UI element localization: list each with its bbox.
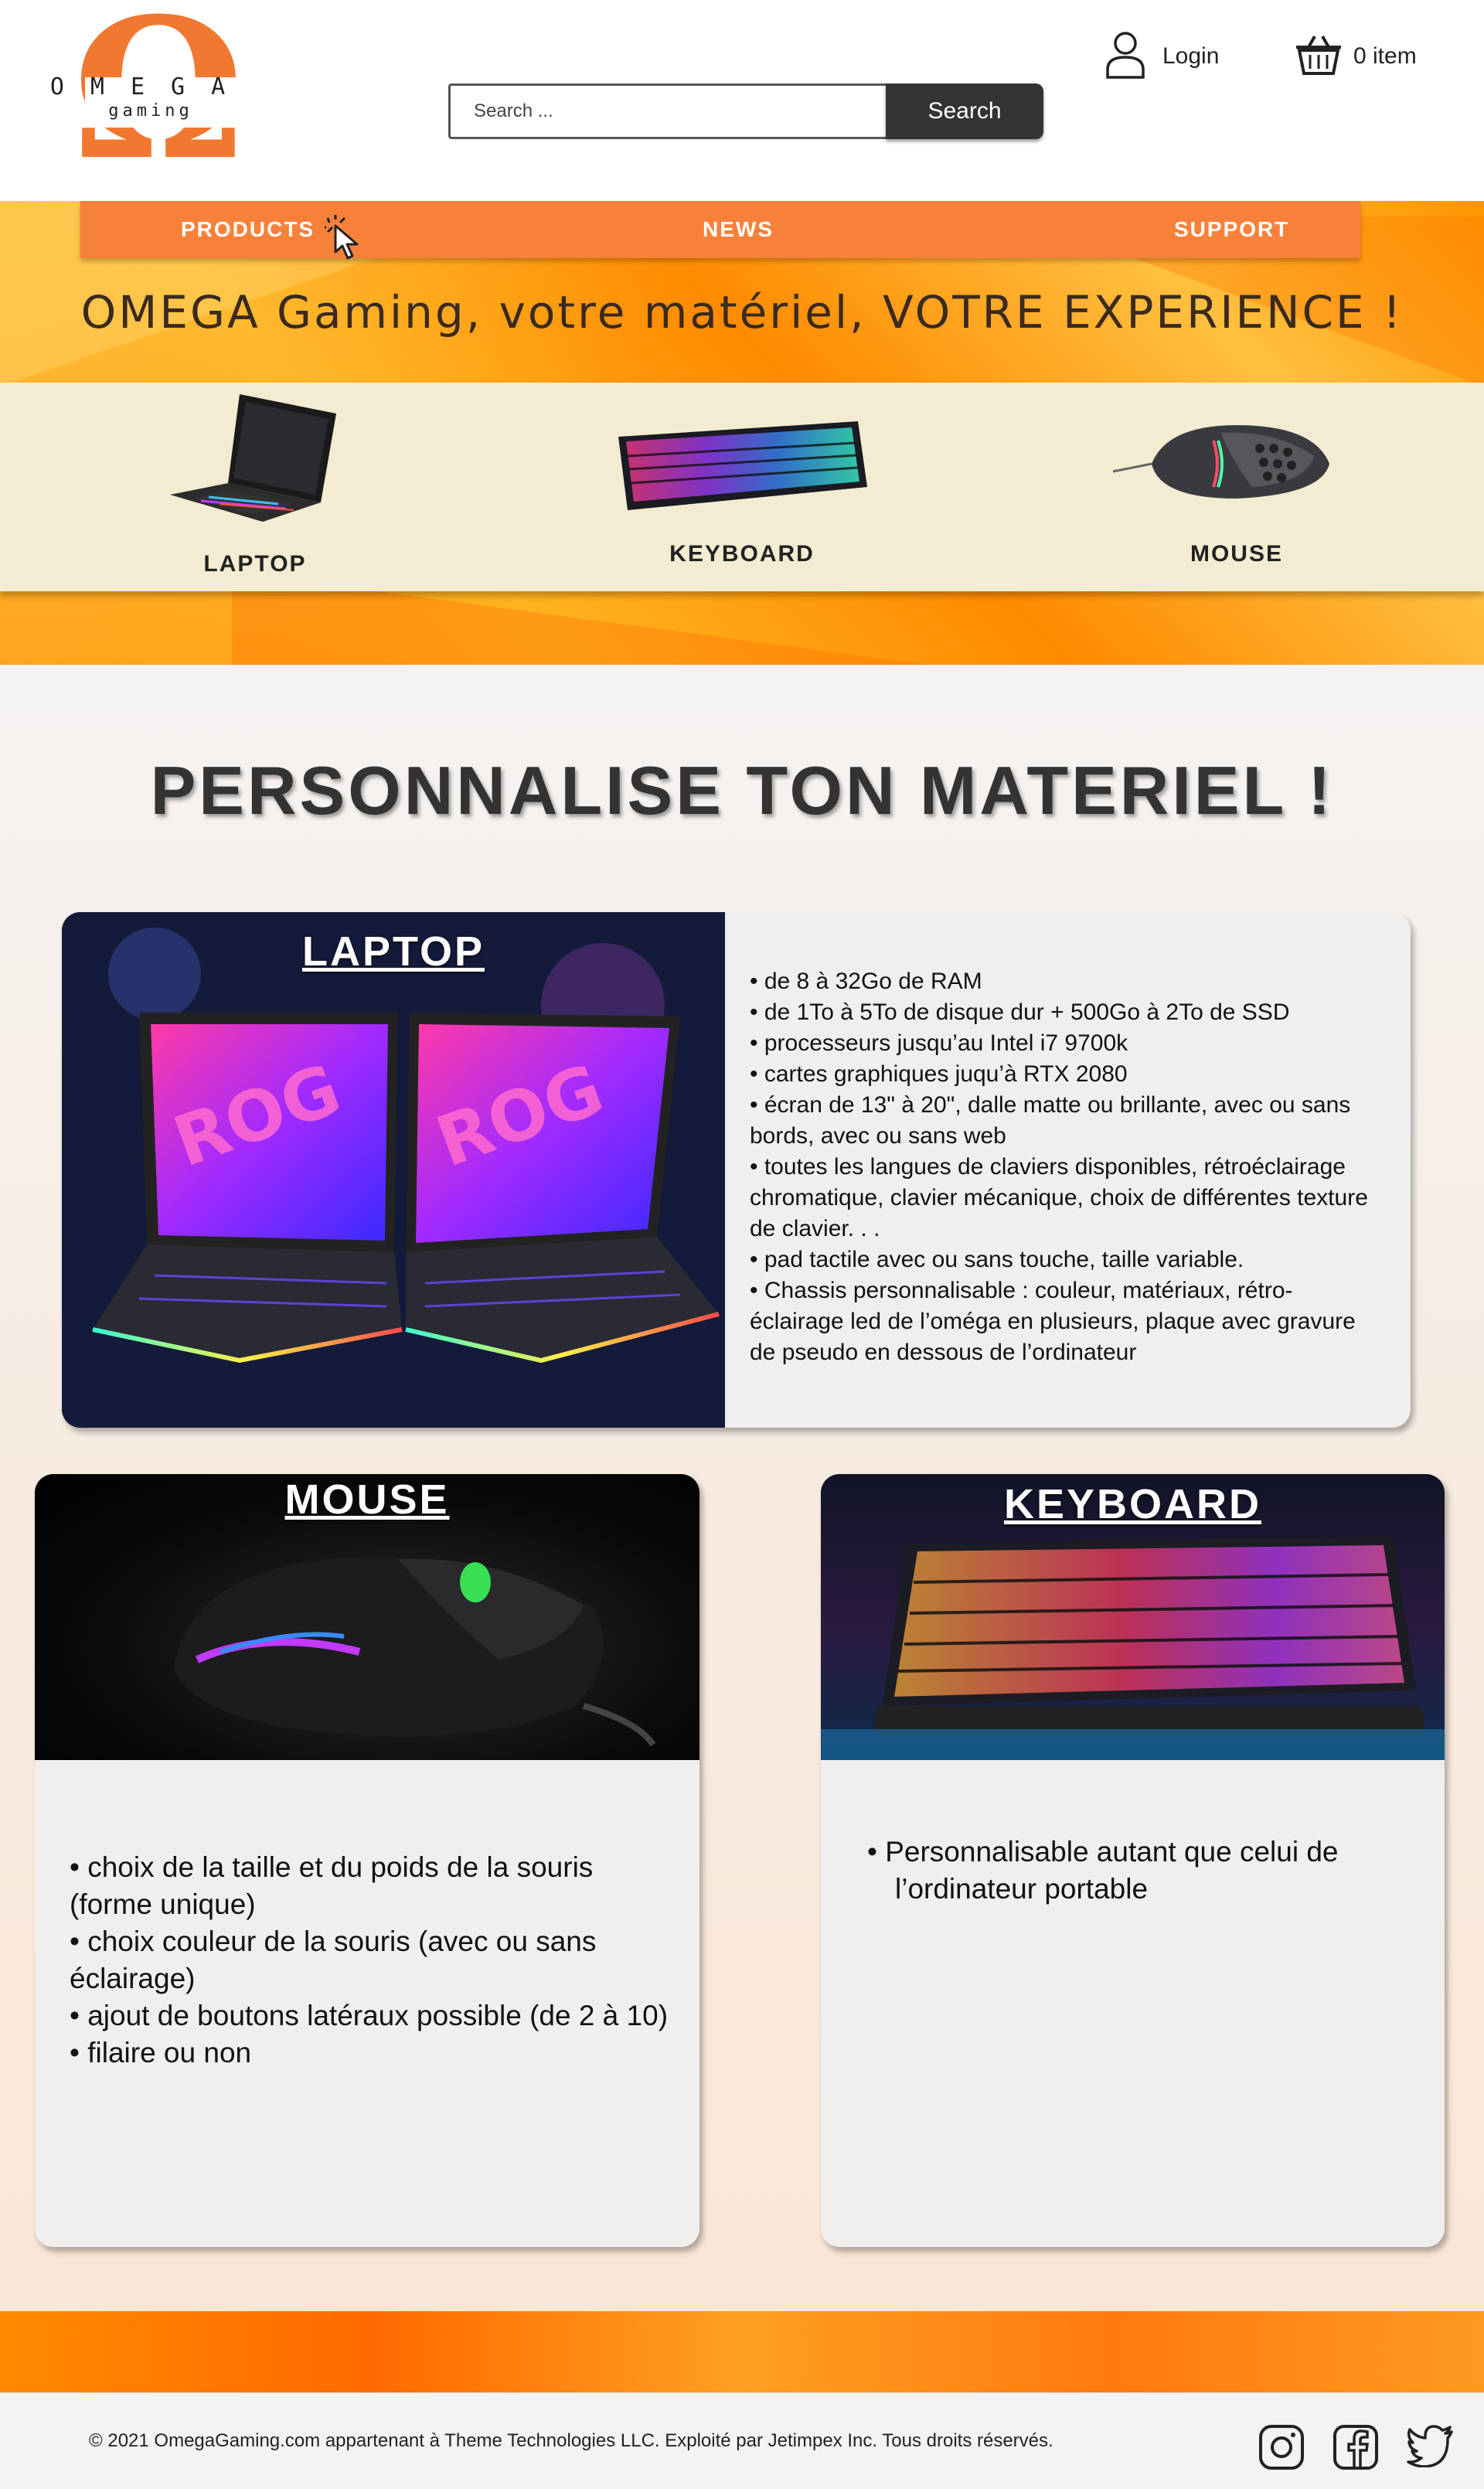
category-mouse[interactable]: MOUSE <box>1105 383 1368 591</box>
category-laptop-label: LAPTOP <box>203 551 307 577</box>
category-band: LAPTOP KEYBOARD MOUSE <box>0 383 1484 591</box>
list-item: • ajout de boutons latéraux possible (de… <box>70 2000 669 2031</box>
category-mouse-label: MOUSE <box>1190 541 1283 567</box>
main-nav: PRODUCTS NEWS SUPPORT <box>80 201 1360 261</box>
list-item: • toutes les langues de claviers disponi… <box>750 1154 1368 1241</box>
laptop-card: ROG ROG LAPTOP • de 8 à 32Go de RAM • de… <box>62 912 1411 1428</box>
keyboard-spec-list: • Personnalisable autant que celui de l’… <box>867 1834 1408 1908</box>
logo-sub: gaming <box>108 101 193 121</box>
basket-icon <box>1295 33 1343 80</box>
list-item: • Chassis personnalisable : couleur, mat… <box>750 1278 1356 1365</box>
category-laptop[interactable]: LAPTOP <box>147 383 363 591</box>
keyboard-card-title: KEYBOARD <box>1003 1481 1262 1527</box>
facebook-icon[interactable] <box>1333 2424 1379 2470</box>
instagram-icon[interactable] <box>1258 2424 1305 2470</box>
login-link[interactable]: Login <box>1105 29 1219 83</box>
list-item: • de 1To à 5To de disque dur + 500Go à 2… <box>750 999 1290 1025</box>
list-item: • choix de la taille et du poids de la s… <box>70 1851 594 1920</box>
keyboard-image <box>618 421 867 510</box>
cursor-click-icon <box>322 215 371 261</box>
nav-news[interactable]: NEWS <box>703 201 774 258</box>
list-item: • Personnalisable autant que celui de l’… <box>867 1836 1339 1905</box>
category-keyboard-label: KEYBOARD <box>669 541 815 567</box>
laptop-card-title: LAPTOP <box>301 928 485 975</box>
main-content: PERSONNALISE TON MATERIEL ! ROG ROG LAPT… <box>0 665 1484 2311</box>
laptop-spec-list: • de 8 à 32Go de RAM • de 1To à 5To de d… <box>750 966 1384 1368</box>
omega-gaming-logo[interactable]: Ω OMEGA gaming <box>39 0 263 189</box>
twitter-icon[interactable] <box>1407 2424 1453 2470</box>
keyboard-card: KEYBOARD • Personnalisable autant que ce… <box>821 1474 1445 2247</box>
search-input[interactable] <box>448 83 889 139</box>
mouse-image <box>1112 425 1329 499</box>
list-item: • pad tactile avec ou sans touche, taill… <box>750 1247 1244 1272</box>
mouse-card: MOUSE • choix de la taille et du poids d… <box>35 1474 699 2247</box>
site-header: Ω OMEGA gaming Search Login 0 item <box>0 0 1484 201</box>
login-label: Login <box>1162 43 1220 69</box>
list-item: • cartes graphiques juqu’à RTX 2080 <box>750 1061 1128 1087</box>
copyright-text: © 2021 OmegaGaming.com appartenant à The… <box>89 2430 1053 2451</box>
logo-name: OMEGA <box>49 73 252 100</box>
search-bar: Search <box>448 83 1043 139</box>
nav-support[interactable]: SUPPORT <box>1174 201 1289 258</box>
category-keyboard[interactable]: KEYBOARD <box>611 383 873 591</box>
search-button[interactable]: Search <box>886 83 1043 139</box>
cart-link[interactable]: 0 item <box>1295 29 1417 83</box>
list-item: • écran de 13" à 20", dalle matte ou bri… <box>750 1092 1351 1149</box>
laptop-image <box>170 394 336 522</box>
site-footer: © 2021 OmegaGaming.com appartenant à The… <box>0 2392 1484 2489</box>
footer-band <box>0 2311 1484 2392</box>
list-item: • filaire ou non <box>70 2037 252 2068</box>
page-title: PERSONNALISE TON MATERIEL ! <box>150 752 1334 829</box>
cart-label: 0 item <box>1353 43 1417 69</box>
list-item: • processeurs jusqu’au Intel i7 9700k <box>750 1030 1128 1056</box>
mouse-card-title: MOUSE <box>284 1476 450 1523</box>
list-item: • de 8 à 32Go de RAM <box>750 969 982 994</box>
tagline: OMEGA Gaming, votre matériel, VOTRE EXPE… <box>80 286 1404 339</box>
user-icon <box>1105 31 1145 83</box>
list-item: • choix couleur de la souris (avec ou sa… <box>70 1925 597 1994</box>
nav-products[interactable]: PRODUCTS <box>181 201 315 258</box>
laptop-photo: ROG ROG <box>62 912 725 1428</box>
mouse-spec-list: • choix de la taille et du poids de la s… <box>70 1849 672 2072</box>
